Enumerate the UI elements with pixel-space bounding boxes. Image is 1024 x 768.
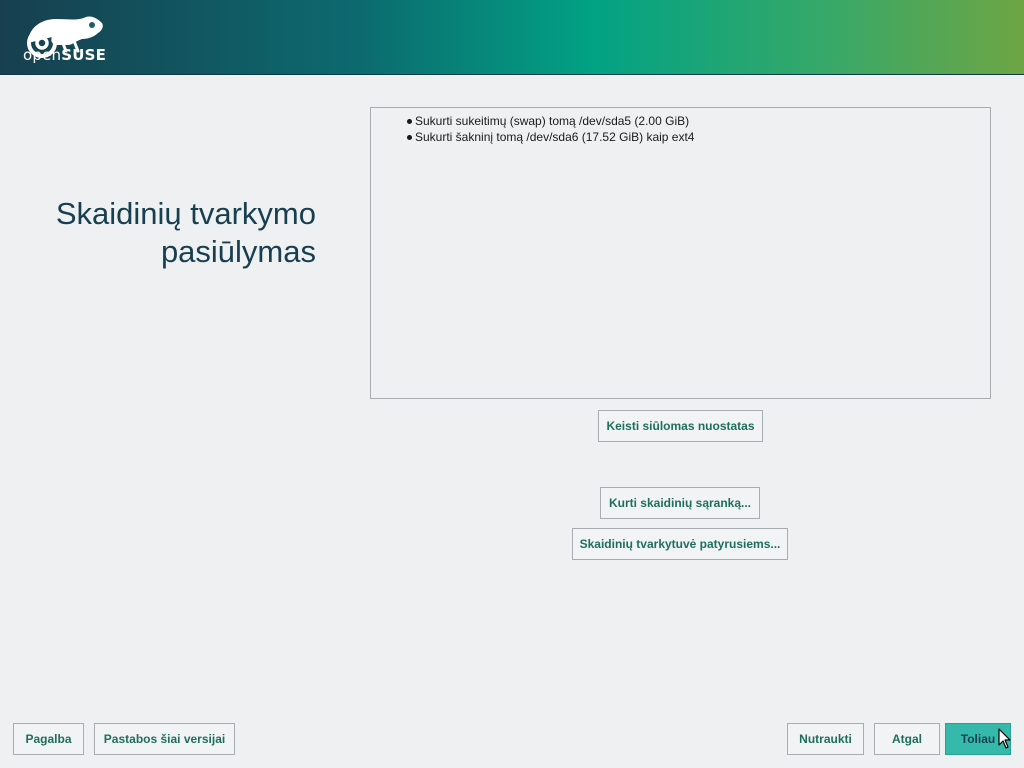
header-banner: openSUSE bbox=[0, 0, 1024, 75]
edit-proposal-settings-button[interactable]: Keisti siūlomas nuostatas bbox=[598, 410, 763, 442]
opensuse-wordmark: openSUSE bbox=[23, 46, 107, 64]
proposal-item-root: Sukurti šakninį tomą /dev/sda6 (17.52 Gi… bbox=[407, 129, 990, 145]
back-button[interactable]: Atgal bbox=[874, 723, 940, 755]
release-notes-button[interactable]: Pastabos šiai versijai bbox=[94, 723, 235, 755]
help-button[interactable]: Pagalba bbox=[13, 723, 84, 755]
page-title: Skaidinių tvarkymo pasiūlymas bbox=[16, 195, 316, 271]
page-title-line2: pasiūlymas bbox=[160, 234, 316, 269]
abort-button[interactable]: Nutraukti bbox=[787, 723, 864, 755]
mouse-pointer-icon bbox=[998, 728, 1011, 749]
page-title-line1: Skaidinių tvarkymo bbox=[55, 196, 316, 231]
expert-partitioner-button[interactable]: Skaidinių tvarkytuvė patyrusiems... bbox=[572, 528, 788, 560]
proposal-item-swap: Sukurti sukeitimų (swap) tomą /dev/sda5 … bbox=[407, 113, 990, 129]
partition-proposal-list[interactable]: Sukurti sukeitimų (swap) tomą /dev/sda5 … bbox=[370, 107, 991, 399]
create-partition-setup-button[interactable]: Kurti skaidinių sąranką... bbox=[600, 487, 760, 519]
